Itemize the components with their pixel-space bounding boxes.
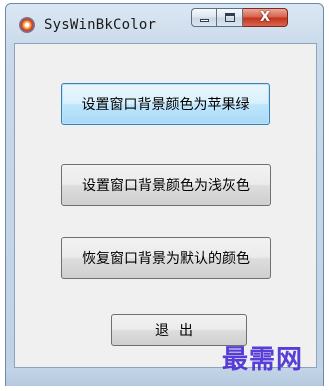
client-area: 设置窗口背景颜色为苹果绿 设置窗口背景颜色为浅灰色 恢复窗口背景为默认的颜色 退… (14, 43, 317, 368)
set-apple-green-button[interactable]: 设置窗口背景颜色为苹果绿 (61, 83, 270, 125)
close-button[interactable]: X (243, 8, 288, 27)
caption-buttons: X (191, 8, 288, 29)
watermark-text: 最需网 (222, 345, 304, 375)
window-title: SysWinBkColor (44, 17, 157, 33)
minimize-button[interactable] (191, 8, 217, 27)
color-wheel-icon[interactable] (19, 17, 35, 33)
restore-default-color-button[interactable]: 恢复窗口背景为默认的颜色 (61, 237, 271, 279)
close-icon: X (259, 10, 271, 25)
minimize-icon (200, 19, 209, 22)
maximize-button[interactable] (217, 8, 243, 27)
set-light-gray-button[interactable]: 设置窗口背景颜色为浅灰色 (61, 164, 271, 206)
maximize-icon (225, 13, 235, 22)
app-window: SysWinBkColor X 设置窗口背景颜色为苹果绿 设置窗口背景颜色为浅灰… (5, 3, 324, 386)
title-bar[interactable]: SysWinBkColor X (6, 4, 323, 44)
